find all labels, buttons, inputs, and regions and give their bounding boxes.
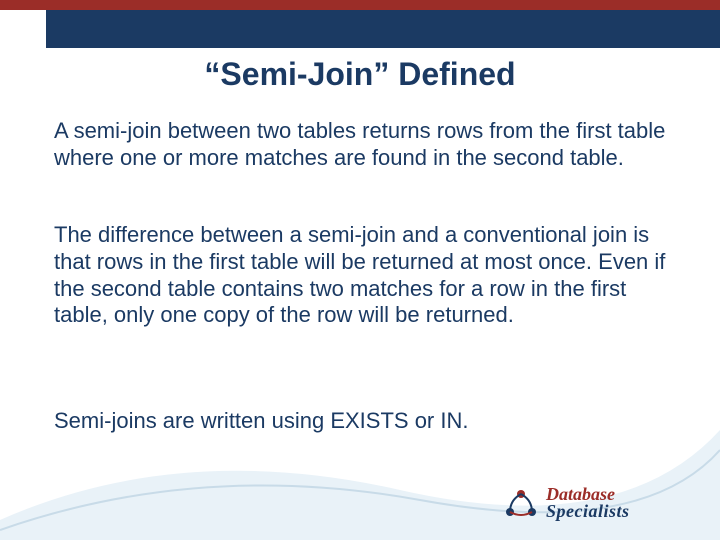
top-blue-stripe (0, 10, 720, 48)
paragraph-3: Semi-joins are written using EXISTS or I… (54, 408, 680, 435)
slide-title: “Semi-Join” Defined (0, 56, 720, 93)
logo-text-line2: Specialists (546, 503, 630, 520)
brand-logo: Database Specialists (500, 480, 700, 526)
page-number: 0 (112, 480, 120, 496)
paragraph-1: A semi-join between two tables returns r… (54, 118, 680, 172)
paragraph-2: The difference between a semi-join and a… (54, 222, 680, 329)
top-red-stripe (0, 0, 720, 10)
logo-mark-icon (500, 482, 542, 524)
white-tab-cutout (0, 10, 46, 48)
logo-text: Database Specialists (546, 486, 630, 520)
